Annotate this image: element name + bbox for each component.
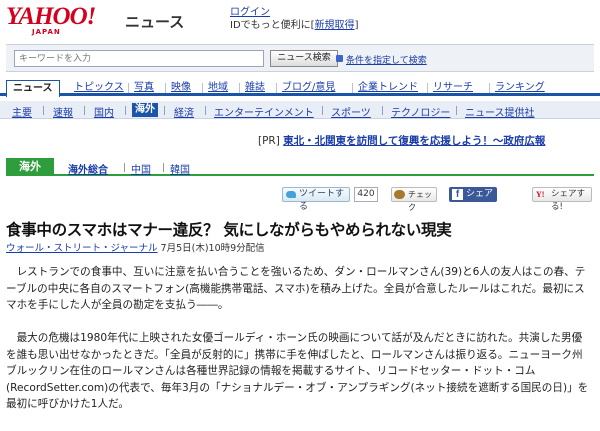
subnav-economy[interactable]: 経済: [174, 104, 194, 119]
facebook-icon: f: [452, 189, 463, 200]
nav-tab-research[interactable]: リサーチ: [427, 80, 479, 96]
advanced-search-link[interactable]: 条件を指定して検索: [346, 53, 427, 66]
nav-tab-photos[interactable]: 写真: [128, 80, 160, 96]
nav-tab-topics[interactable]: トピックス: [68, 80, 130, 96]
article-paragraph: レストランでの食事中、互いに注意を払い合うことを強いるため、ダン・ロールマンさん…: [6, 266, 586, 311]
signup-link[interactable]: 新規取得: [315, 20, 355, 31]
subnav-domestic[interactable]: 国内: [94, 104, 114, 119]
nav-tab-video[interactable]: 映像: [165, 80, 197, 96]
nav-tab-ranking[interactable]: ランキング: [489, 80, 551, 96]
tweet-button[interactable]: ツイートする: [282, 187, 350, 212]
social-share-bar: ツイートする 420 チェック f シェア Y! シェアする!: [0, 185, 600, 212]
news-search-button[interactable]: ニュース検索: [270, 50, 338, 67]
subnav-providers[interactable]: ニュース提供社: [465, 104, 535, 119]
subnav-entertainment[interactable]: エンターテインメント: [214, 104, 314, 119]
yahoo-share-button[interactable]: Y! シェアする!: [532, 187, 592, 212]
nav-tab-magazine[interactable]: 雑誌: [239, 80, 271, 96]
article-title: 食事中のスマホはマナー違反？ 気にしながらもやめられない現実: [6, 221, 452, 239]
article-meta: ウォール・ストリート・ジャーナル 7月5日(木)10時9分配信: [6, 240, 265, 254]
subnav-international[interactable]: 海外: [132, 103, 158, 117]
region-item-overseas-general[interactable]: 海外総合: [68, 161, 108, 176]
subnav-breaking[interactable]: 速報: [53, 104, 73, 119]
tweet-count: 420: [354, 187, 378, 202]
nav-tab-business[interactable]: 企業トレンド: [352, 80, 424, 96]
yahoo-logo-sub: JAPAN: [32, 28, 61, 36]
mixi-check-icon: [394, 190, 405, 199]
search-input[interactable]: [14, 50, 264, 67]
sub-nav: 主要 速報 国内 海外 経済 エンターテインメント スポーツ テクノロジー ニュ…: [0, 101, 600, 119]
search-bar: ニュース検索 条件を指定して検索: [6, 44, 594, 72]
arrow-icon: [336, 55, 343, 62]
site-header: YAHOO! JAPAN ニュース ログイン IDでもっと便利に[新規取得]: [0, 0, 600, 40]
yahoo-logo[interactable]: YAHOO!: [6, 3, 96, 31]
subnav-technology[interactable]: テクノロジー: [391, 104, 450, 119]
pr-link[interactable]: 東北・北関東を訪問して復興を応援しよう！～政府広報: [283, 135, 545, 147]
check-button[interactable]: チェック: [391, 187, 437, 212]
region-item-china[interactable]: 中国: [131, 161, 151, 176]
nav-tab-news[interactable]: ニュース: [6, 80, 60, 97]
article-date: 7月5日(木)10時9分配信: [157, 243, 265, 254]
section-title: ニュース: [125, 13, 185, 31]
article-source-link[interactable]: ウォール・ストリート・ジャーナル: [6, 243, 158, 254]
article-body: レストランでの食事中、互いに注意を払い合うことを強いるため、ダン・ロールマンさん…: [6, 264, 592, 429]
main-nav: ニュース トピックス 写真 映像 地域 雑誌 ブログ/意見 企業トレンド リサー…: [0, 80, 600, 97]
region-bar: 海外 海外総合 中国 韓国: [6, 158, 594, 176]
yahoo-y-icon: Y!: [536, 190, 545, 199]
pr-banner: [PR] 東北・北関東を訪問して復興を応援しよう！～政府広報: [258, 133, 545, 148]
subnav-sports[interactable]: スポーツ: [331, 104, 371, 119]
region-badge: 海外: [6, 158, 54, 176]
nav-tab-blog[interactable]: ブログ/意見: [276, 80, 341, 96]
pr-prefix: [PR]: [258, 135, 280, 147]
region-item-korea[interactable]: 韓国: [170, 161, 190, 176]
facebook-share-button[interactable]: f シェア: [449, 187, 497, 202]
nav-tab-local[interactable]: 地域: [202, 80, 234, 96]
login-sub-text: IDでもっと便利に[新規取得]: [230, 20, 359, 31]
twitter-bird-icon: [286, 191, 296, 198]
subnav-main[interactable]: 主要: [12, 104, 32, 119]
article-paragraph: 最大の危機は1980年代に上映された女優ゴールディ・ホーン氏の映画について話が及…: [6, 332, 589, 410]
